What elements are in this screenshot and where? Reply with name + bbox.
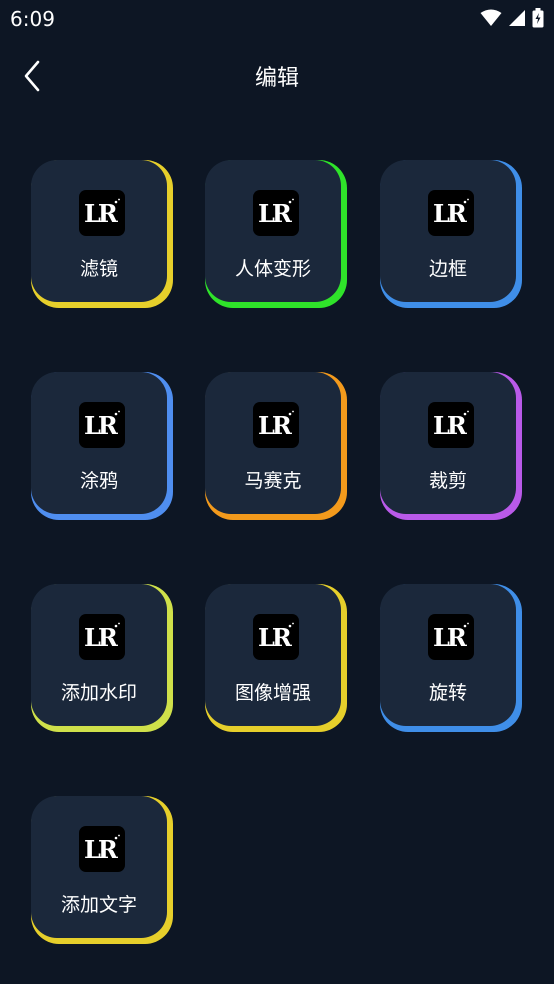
tile-face: LR 添加水印 [31, 584, 167, 726]
tool-mosaic[interactable]: LR 马赛克 [205, 372, 347, 520]
svg-text:LR: LR [258, 623, 293, 652]
tile-label: 涂鸦 [79, 470, 118, 492]
tile-face: LR 滤镜 [31, 160, 167, 302]
tile-label: 添加文字 [60, 894, 137, 916]
svg-text:LR: LR [84, 411, 119, 440]
tool-body-reshape[interactable]: LR 人体变形 [205, 160, 347, 308]
tool-add-watermark[interactable]: LR 添加水印 [31, 584, 173, 732]
lr-logo-icon: LR [258, 410, 296, 440]
lr-logo-icon: LR [79, 402, 125, 448]
svg-text:LR: LR [258, 411, 293, 440]
tile-label: 旋转 [428, 682, 467, 704]
lr-logo-icon: LR [79, 190, 125, 236]
lr-logo-icon: LR [84, 834, 122, 864]
tool-rotate[interactable]: LR 旋转 [380, 584, 522, 732]
svg-text:LR: LR [84, 835, 119, 864]
tool-crop[interactable]: LR 裁剪 [380, 372, 522, 520]
lr-logo-icon: LR [428, 614, 474, 660]
tile-label: 裁剪 [428, 470, 467, 492]
tool-enhance[interactable]: LR 图像增强 [205, 584, 347, 732]
tile-label: 人体变形 [234, 258, 311, 280]
tile-label: 马赛克 [244, 470, 302, 492]
svg-text:LR: LR [84, 623, 119, 652]
lr-logo-icon: LR [253, 190, 299, 236]
lr-logo-icon: LR [433, 198, 471, 228]
lr-logo-icon: LR [433, 622, 471, 652]
tool-doodle[interactable]: LR 涂鸦 [31, 372, 173, 520]
tile-face: LR 马赛克 [205, 372, 341, 514]
tile-face: LR 涂鸦 [31, 372, 167, 514]
tile-face: LR 人体变形 [205, 160, 341, 302]
lr-logo-icon: LR [258, 198, 296, 228]
lr-logo-icon: LR [253, 614, 299, 660]
lr-logo-icon: LR [253, 402, 299, 448]
svg-text:LR: LR [433, 199, 468, 228]
lr-logo-icon: LR [428, 402, 474, 448]
tile-label: 滤镜 [79, 258, 118, 280]
tile-label: 图像增强 [234, 682, 311, 704]
tile-label: 添加水印 [60, 682, 137, 704]
svg-text:LR: LR [84, 199, 119, 228]
tile-face: LR 图像增强 [205, 584, 341, 726]
lr-logo-icon: LR [84, 410, 122, 440]
tool-frame[interactable]: LR 边框 [380, 160, 522, 308]
tool-add-text[interactable]: LR 添加文字 [31, 796, 173, 944]
svg-text:LR: LR [433, 411, 468, 440]
lr-logo-icon: LR [433, 410, 471, 440]
tile-face: LR 裁剪 [380, 372, 516, 514]
tool-grid: LR 滤镜 LR 人体变形 LR 边框 LR 涂鸦 LR 马赛克 LR 裁剪 L… [0, 0, 554, 984]
lr-logo-icon: LR [84, 622, 122, 652]
tile-label: 边框 [428, 258, 467, 280]
lr-logo-icon: LR [79, 826, 125, 872]
svg-text:LR: LR [258, 199, 293, 228]
lr-logo-icon: LR [258, 622, 296, 652]
lr-logo-icon: LR [79, 614, 125, 660]
lr-logo-icon: LR [428, 190, 474, 236]
tool-filter[interactable]: LR 滤镜 [31, 160, 173, 308]
lr-logo-icon: LR [84, 198, 122, 228]
tile-face: LR 添加文字 [31, 796, 167, 938]
tile-face: LR 旋转 [380, 584, 516, 726]
tile-face: LR 边框 [380, 160, 516, 302]
svg-text:LR: LR [433, 623, 468, 652]
